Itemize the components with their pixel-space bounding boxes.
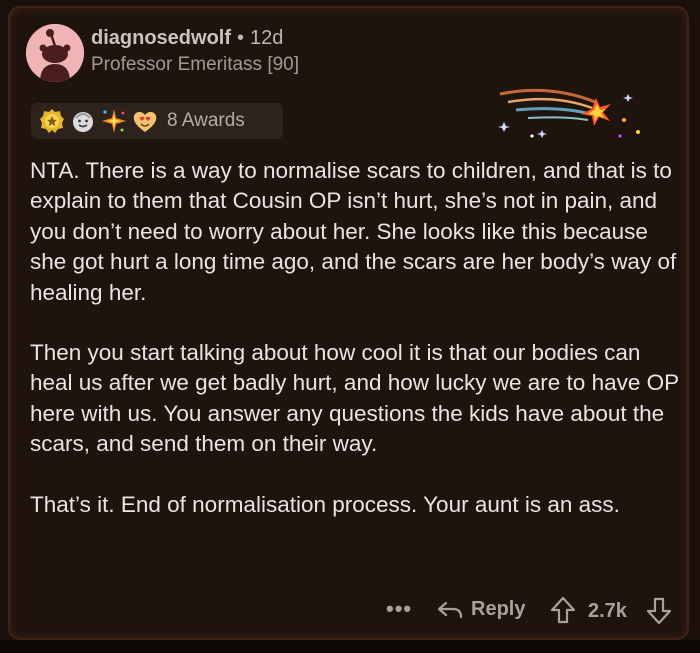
next-comment-edge <box>0 640 700 653</box>
reply-button[interactable]: Reply <box>437 598 525 621</box>
comet-award-icon <box>498 88 640 138</box>
downvote-arrow-icon[interactable] <box>646 597 672 625</box>
heart-eyes-icon <box>133 112 157 132</box>
reply-label: Reply <box>471 598 526 620</box>
user-flair: Professor Emeritass [90] <box>91 54 300 75</box>
star-badge-icon <box>40 109 64 133</box>
comment-card: diagnosedwolf • 12d Professor Emeritass [9… <box>8 6 689 640</box>
reply-arrow-icon <box>437 601 463 618</box>
snoo-avatar-icon <box>26 24 84 82</box>
awards-bar[interactable]: 8 Awards <box>31 103 283 139</box>
awards-count: 8 Awards <box>167 110 245 131</box>
comment-age: 12d <box>250 27 284 49</box>
sparkle-burst-icon <box>102 109 126 133</box>
comment-paragraph: That’s it. End of normalisation process.… <box>30 491 620 517</box>
comment-paragraph: Then you start talking about how cool it… <box>30 340 679 457</box>
vote-score: 2.7k <box>588 600 627 622</box>
comment-actions: ••• Reply 2.7k <box>10 594 687 628</box>
avatar[interactable] <box>26 24 84 82</box>
username-link[interactable]: diagnosedwolf <box>91 27 231 49</box>
comment-paragraph: NTA. There is a way to normalise scars t… <box>30 158 677 305</box>
upvote-arrow-icon[interactable] <box>550 596 576 624</box>
meta-separator: • <box>237 27 245 49</box>
smiling-face-icon <box>73 112 93 132</box>
comment-meta: diagnosedwolf • 12d <box>91 27 283 50</box>
comment-body: NTA. There is a way to normalise scars t… <box>30 156 680 550</box>
more-options-button[interactable]: ••• <box>386 596 412 622</box>
